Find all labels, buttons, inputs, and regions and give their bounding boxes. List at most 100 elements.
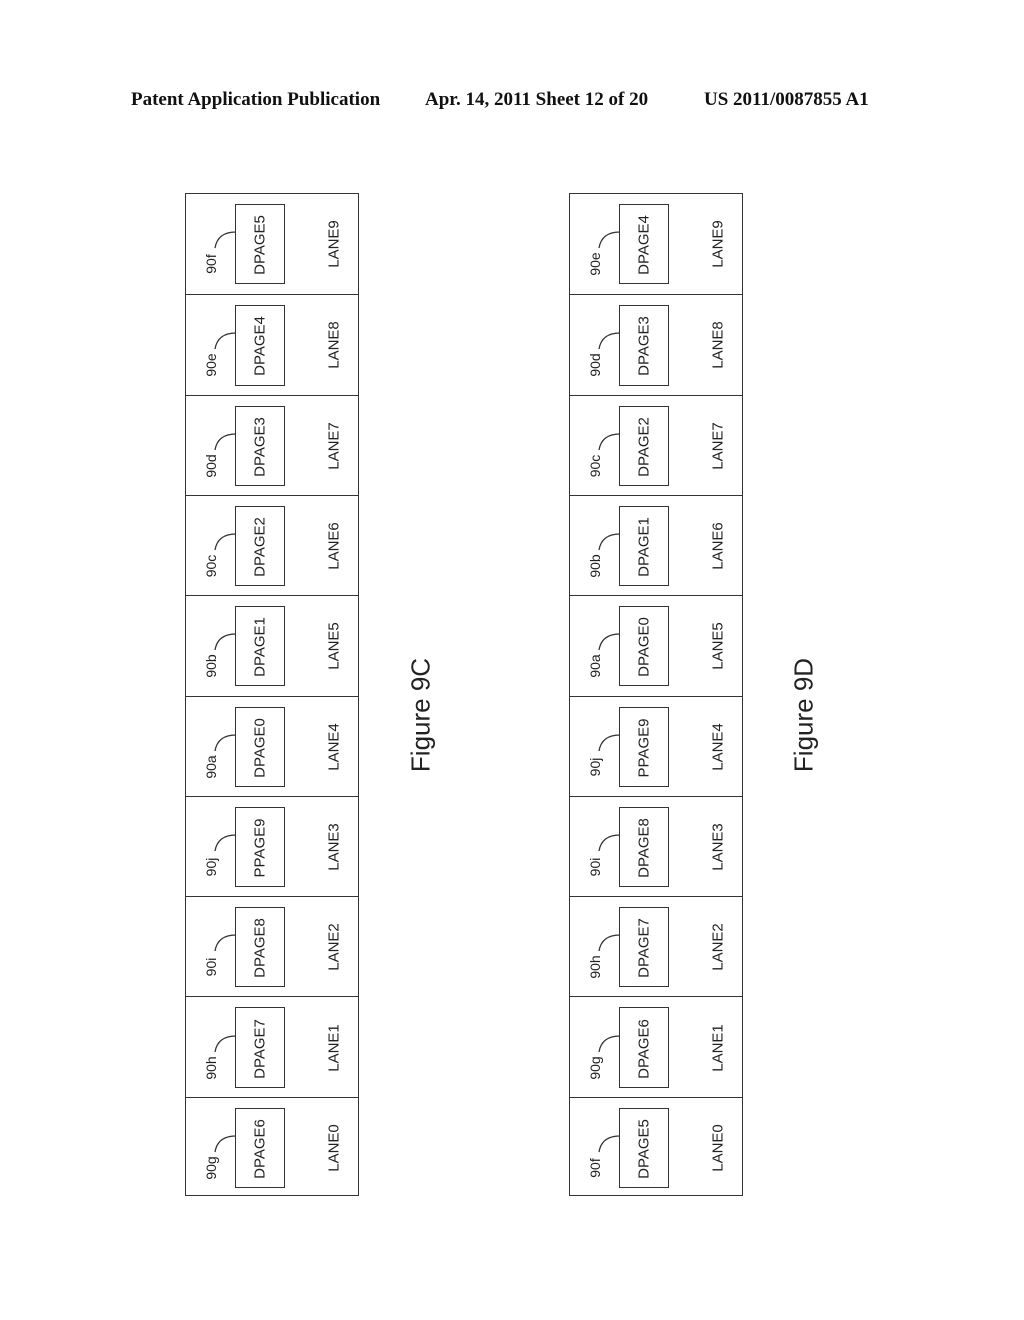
lane-label: LANE8 (325, 321, 343, 370)
page-label: DPAGE5 (635, 1118, 653, 1179)
leader-line (214, 934, 237, 952)
leader-line (598, 433, 621, 450)
date-sheet-label: Apr. 14, 2011 Sheet 12 of 20 (425, 89, 649, 110)
lane-label: LANE7 (709, 421, 727, 470)
figure-9c-caption: Figure 9C (405, 657, 436, 773)
page-box: DPAGE6 (235, 1107, 285, 1188)
page-label: DPAGE5 (251, 215, 269, 276)
lane-label: LANE9 (325, 220, 343, 268)
page-box: DPAGE7 (235, 1007, 285, 1088)
reference-numeral: 90i (203, 957, 219, 977)
page-box: DPAGE6 (619, 1007, 669, 1088)
lane-row: DPAGE8 90i LANE3 (570, 795, 742, 896)
lane-label: LANE1 (709, 1023, 727, 1072)
page-box: DPAGE5 (619, 1107, 669, 1188)
page-label: DPAGE0 (635, 617, 653, 678)
leader-line (214, 231, 237, 249)
page-header: Patent Application Publication Apr. 14, … (0, 89, 1024, 113)
leader-line (598, 231, 621, 249)
lane-row: DPAGE1 90b LANE5 (186, 595, 358, 695)
lane-row: DPAGE6 90g LANE1 (570, 996, 742, 1096)
page-box: DPAGE4 (619, 204, 669, 285)
lane-label: LANE2 (325, 923, 343, 971)
figure-9d-lane-diagram: DPAGE4 90e LANE9 DPAGE3 90d LANE8 DPAGE2 90c LAN… (569, 193, 743, 1196)
reference-numeral: 90f (203, 254, 219, 274)
lane-label: LANE9 (709, 220, 727, 268)
leader-line (214, 633, 237, 651)
page-box: PPAGE9 (235, 806, 285, 888)
patent-number: US 2011/0087855 A1 (704, 89, 869, 110)
publication-label: Patent Application Publication (131, 89, 381, 110)
page-box: DPAGE0 (619, 606, 669, 687)
lane-row: DPAGE4 90e LANE8 (186, 294, 358, 394)
lane-row: DPAGE8 90i LANE2 (186, 896, 358, 996)
page-label: DPAGE8 (251, 918, 269, 979)
lane-label: LANE5 (325, 622, 343, 671)
lane-row: DPAGE3 90d LANE7 (186, 394, 358, 495)
page-label: DPAGE3 (635, 316, 653, 377)
lane-row: DPAGE0 90a LANE5 (570, 595, 742, 695)
figure-9c-lane-diagram: DPAGE5 90f LANE9 DPAGE4 90e LANE8 DPAGE3 90d LAN… (185, 193, 359, 1196)
lane-label: LANE3 (325, 823, 343, 871)
leader-line (214, 834, 237, 852)
lane-label: LANE1 (325, 1023, 343, 1072)
page-label: PPAGE9 (251, 818, 269, 878)
leader-line (598, 733, 621, 751)
page-label: DPAGE1 (635, 517, 653, 577)
lane-row: DPAGE6 90g LANE0 (186, 1096, 358, 1197)
page-label: DPAGE2 (251, 517, 269, 577)
reference-numeral: 90c (587, 454, 603, 478)
reference-numeral: 90c (203, 554, 219, 578)
reference-numeral: 90f (587, 1158, 603, 1178)
lane-row: DPAGE0 90a LANE4 (186, 695, 358, 796)
lane-row: DPAGE3 90d LANE8 (570, 294, 742, 394)
lane-label: LANE0 (325, 1124, 343, 1172)
leader-line (598, 533, 621, 551)
page-box: DPAGE2 (235, 505, 285, 587)
page-box: DPAGE3 (619, 305, 669, 386)
lane-row: DPAGE7 90h LANE1 (186, 996, 358, 1096)
page-box: DPAGE3 (235, 405, 285, 486)
page-box: DPAGE8 (235, 907, 285, 988)
lane-row: DPAGE7 90h LANE2 (570, 896, 742, 996)
page-label: PPAGE9 (635, 718, 653, 778)
page-box: DPAGE4 (235, 305, 285, 386)
leader-line (598, 332, 621, 350)
lane-label: LANE8 (709, 321, 727, 370)
page-label: DPAGE4 (251, 316, 269, 377)
page-label: DPAGE7 (251, 1018, 269, 1079)
leader-line (214, 433, 237, 450)
lane-row: DPAGE2 90c LANE6 (186, 494, 358, 595)
lane-label: LANE6 (325, 522, 343, 570)
reference-numeral: 90i (587, 857, 603, 877)
page-box: DPAGE1 (619, 505, 669, 587)
lane-label: LANE2 (709, 923, 727, 971)
leader-line (214, 1135, 237, 1152)
leader-line (598, 633, 621, 651)
page-label: DPAGE2 (635, 416, 653, 477)
page-box: DPAGE5 (235, 204, 285, 285)
lane-row: PPAGE9 90j LANE3 (186, 795, 358, 896)
lane-row: DPAGE4 90e LANE9 (570, 194, 742, 294)
leader-line (214, 733, 237, 751)
reference-numeral: 90j (587, 757, 603, 776)
lane-row: DPAGE2 90c LANE7 (570, 394, 742, 495)
lane-label: LANE3 (709, 823, 727, 871)
lane-row: DPAGE1 90b LANE6 (570, 494, 742, 595)
page-box: DPAGE0 (235, 706, 285, 787)
figure-9d-caption: Figure 9D (788, 657, 819, 773)
page-box: DPAGE8 (619, 806, 669, 888)
page-label: DPAGE4 (635, 215, 653, 276)
page-box: DPAGE7 (619, 907, 669, 988)
leader-line (598, 1034, 621, 1052)
lane-label: LANE4 (709, 722, 727, 771)
lane-row: DPAGE5 90f LANE0 (570, 1096, 742, 1197)
lane-label: LANE6 (709, 522, 727, 570)
page-label: DPAGE3 (251, 416, 269, 477)
page-label: DPAGE6 (251, 1118, 269, 1179)
page-label: DPAGE8 (635, 818, 653, 878)
lane-label: LANE7 (325, 421, 343, 470)
lane-row: DPAGE5 90f LANE9 (186, 194, 358, 294)
page-box: PPAGE9 (619, 706, 669, 787)
reference-numeral: 90j (203, 857, 219, 877)
